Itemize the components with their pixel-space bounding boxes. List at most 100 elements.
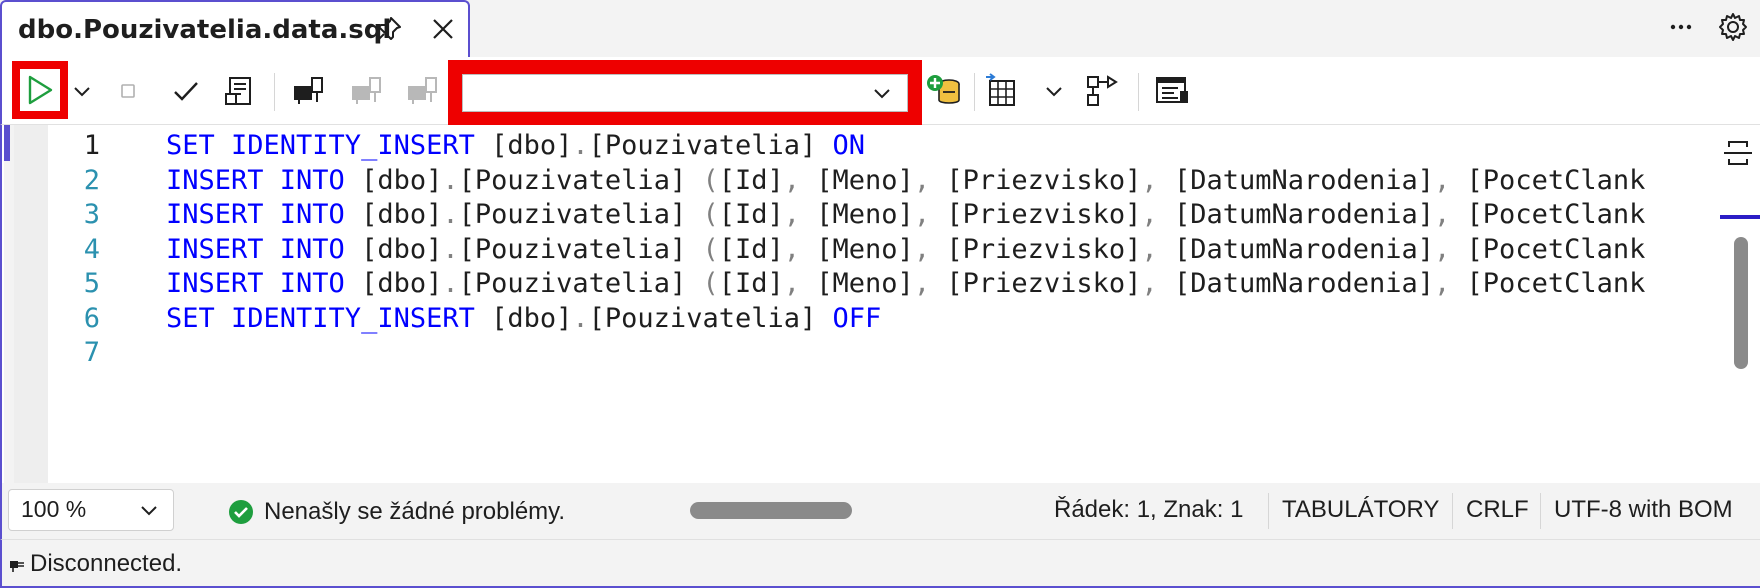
code-token: ,: [1141, 233, 1174, 265]
code-token: ,: [1434, 268, 1467, 299]
line-number: 4: [83, 233, 100, 265]
database-select[interactable]: [462, 74, 908, 112]
code-token: [Id]: [718, 164, 784, 196]
code-token: INSERT INTO: [166, 233, 362, 265]
code-token: SET IDENTITY_INSERT: [166, 130, 492, 161]
code-line[interactable]: 5 INSERT INTO [dbo].[Pouzivatelia] ([Id],…: [48, 265, 1718, 303]
code-line[interactable]: 6 SET IDENTITY_INSERT [dbo].[Pouzivatelia…: [48, 300, 1718, 338]
code-token: [dbo]: [491, 302, 573, 334]
issues-indicator[interactable]: Nenašly se žádné problémy.: [228, 497, 565, 527]
code-text: SET IDENTITY_INSERT [dbo].[Pouzivatelia]…: [166, 300, 881, 338]
horizontal-scroll-thumb[interactable]: [690, 502, 852, 519]
code-token: [PocetClank: [1466, 199, 1646, 230]
code-token: [Priezvisko]: [946, 164, 1142, 196]
results-grid-icon: [986, 73, 1015, 106]
execute-button[interactable]: [20, 69, 60, 111]
code-token: [DatumNarodenia]: [1173, 268, 1435, 299]
chevron-down-icon: [874, 89, 890, 99]
code-token: [Pouzivatelia]: [588, 302, 817, 334]
disconnect-icon: [352, 77, 381, 104]
close-icon[interactable]: [428, 14, 458, 44]
pin-icon[interactable]: [374, 14, 404, 44]
indentation-mode[interactable]: TABULÁTORY: [1282, 496, 1439, 524]
code-token: ,: [783, 268, 817, 299]
check-circle-icon: [229, 500, 253, 524]
code-line[interactable]: 1 SET IDENTITY_INSERT [dbo].[Pouzivatelia…: [48, 127, 1718, 165]
code-token: INSERT INTO: [166, 268, 362, 299]
selection-margin[interactable]: [14, 125, 48, 483]
code-token: ,: [1434, 199, 1467, 230]
code-line[interactable]: 4 INSERT INTO [dbo].[Pouzivatelia] ([Id],…: [48, 231, 1718, 269]
code-line[interactable]: 7: [48, 334, 1718, 372]
play-icon: [28, 75, 53, 105]
connect-button[interactable]: [288, 71, 328, 111]
code-token: [Pouzivatelia]: [588, 130, 817, 161]
scrollbar-caret-marker: [1720, 215, 1760, 219]
code-token: [dbo]: [361, 164, 443, 196]
code-token: [Id]: [718, 268, 784, 299]
parse-button[interactable]: [166, 71, 206, 111]
chevron-down-icon: [1046, 87, 1062, 97]
code-token: ,: [913, 199, 947, 230]
code-token: ,: [913, 268, 947, 299]
code-line[interactable]: 2 INSERT INTO [dbo].[Pouzivatelia] ([Id],…: [48, 162, 1718, 200]
code-token: [Pouzivatelia]: [458, 233, 703, 265]
tab-title: dbo.Pouzivatelia.data.sql: [18, 15, 392, 45]
code-token: [Meno]: [816, 199, 914, 230]
code-token: ,: [783, 164, 817, 196]
code-token: [Priezvisko]: [946, 233, 1142, 265]
zoom-value: 100 %: [21, 496, 87, 522]
document-tab[interactable]: dbo.Pouzivatelia.data.sql: [0, 0, 470, 57]
vertical-scroll-thumb[interactable]: [1734, 237, 1748, 369]
code-token: [dbo]: [491, 130, 573, 161]
code-token: .: [442, 233, 459, 265]
code-text: INSERT INTO [dbo].[Pouzivatelia] ([Id], …: [166, 231, 1645, 269]
code-token: ,: [783, 233, 817, 265]
code-text: SET IDENTITY_INSERT [dbo].[Pouzivatelia]…: [166, 127, 865, 165]
code-token: [Id]: [718, 233, 784, 265]
results-dropdown-button[interactable]: [1034, 71, 1074, 111]
split-view-icon[interactable]: [1720, 135, 1756, 171]
vertical-scrollbar[interactable]: [1720, 215, 1760, 483]
code-token: ,: [1141, 164, 1174, 196]
code-token: [PocetClank: [1466, 233, 1646, 265]
document-plan-icon: [225, 77, 251, 105]
change-connection-button[interactable]: [402, 71, 442, 111]
code-token: INSERT INTO: [166, 199, 362, 230]
checkmark-icon: [174, 82, 198, 101]
code-text: INSERT INTO [dbo].[Pouzivatelia] ([Id], …: [166, 162, 1645, 200]
gear-icon[interactable]: [1716, 10, 1750, 44]
file-encoding[interactable]: UTF-8 with BOM: [1554, 496, 1733, 524]
code-token: [Priezvisko]: [946, 268, 1142, 299]
estimated-plan-button[interactable]: [220, 71, 260, 111]
line-ending[interactable]: CRLF: [1466, 496, 1529, 524]
code-token: .: [442, 199, 459, 230]
code-token: INSERT INTO: [166, 164, 362, 196]
code-token: ,: [1434, 164, 1467, 196]
code-token: ,: [1141, 268, 1174, 299]
disconnect-button[interactable]: [346, 71, 386, 111]
line-number: 7: [83, 337, 100, 368]
code-line[interactable]: 3 INSERT INTO [dbo].[Pouzivatelia] ([Id],…: [48, 196, 1718, 234]
code-token: (: [702, 164, 719, 196]
stop-icon: [121, 84, 135, 98]
zoom-select[interactable]: 100 %: [8, 489, 174, 531]
cursor-position[interactable]: Řádek: 1, Znak: 1: [1054, 496, 1243, 524]
execute-highlight: [12, 61, 68, 119]
ellipsis-icon[interactable]: [1664, 10, 1698, 44]
chevron-down-icon: [74, 87, 90, 97]
code-token: [Pouzivatelia]: [458, 164, 703, 196]
sqlcmd-mode-button[interactable]: [1152, 71, 1192, 111]
code-token: [DatumNarodenia]: [1173, 233, 1435, 265]
new-query-button[interactable]: [924, 71, 964, 111]
actual-plan-button[interactable]: [1082, 71, 1122, 111]
results-to-button[interactable]: [982, 71, 1022, 111]
connection-status: Disconnected.: [30, 550, 183, 577]
execute-dropdown-button[interactable]: [62, 71, 102, 111]
stop-button[interactable]: [108, 71, 148, 111]
code-lines[interactable]: 1 SET IDENTITY_INSERT [dbo].[Pouzivatelia…: [48, 125, 1718, 483]
code-editor[interactable]: 1 SET IDENTITY_INSERT [dbo].[Pouzivatelia…: [0, 125, 1760, 483]
code-token: ON: [832, 130, 866, 161]
